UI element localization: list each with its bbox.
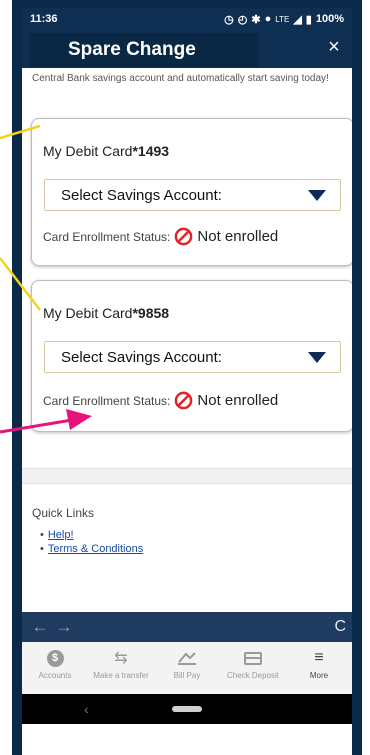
terms-link[interactable]: Terms & Conditions [48,543,143,555]
debit-card-panel: My Debit Card*9858 Select Savings Accoun… [31,280,352,432]
phone-screen: 11:36 ◷ ◴ ✱ ● LTE ◢ ▮ 100% Spare Change … [22,8,352,755]
app-header: Spare Change × [22,30,352,68]
status-label: Card Enrollment Status: [43,229,171,244]
status-time: 11:36 [30,13,58,25]
dropdown-caret-icon [308,351,326,363]
bluetooth-icon: ✱ [251,13,261,26]
refresh-icon[interactable]: C [334,618,346,636]
quick-links-list: Help! Terms & Conditions [32,528,342,556]
close-button[interactable]: × [322,35,346,59]
forward-arrow-icon[interactable]: → [52,617,76,637]
phone-bezel-right [352,0,362,755]
system-nav-bar: ‹ [22,694,352,724]
dropdown-caret-icon [308,189,326,201]
quick-links: Quick Links Help! Terms & Conditions [32,506,342,556]
tab-check-deposit[interactable]: Check Deposit [220,642,286,694]
tab-more[interactable]: ≡ More [286,642,352,694]
list-item: Help! [40,528,342,542]
hamburger-icon: ≡ [314,649,324,666]
savings-account-select[interactable]: Select Savings Account: [44,179,341,211]
card-title: My Debit Card*9858 [43,305,169,321]
status-bar: 11:36 ◷ ◴ ✱ ● LTE ◢ ▮ 100% [22,8,352,30]
status-icons: ◷ ◴ ✱ ● LTE ◢ ▮ 100% [224,13,344,26]
tab-label: Check Deposit [226,671,280,680]
battery-level: 100% [315,13,344,25]
intro-text: Central Bank savings account and automat… [32,73,329,84]
page-title: Spare Change [30,33,258,67]
clock-icon: ◴ [237,13,248,26]
transfer-arrows-icon: ⇆ [114,650,128,667]
enrollment-status: Card Enrollment Status: Not enrolled [43,391,278,410]
tab-label: Accounts [38,671,72,680]
card-prefix: My Debit Card [43,305,133,321]
back-arrow-icon[interactable]: ← [28,617,52,637]
debit-card-panel: My Debit Card*1493 Select Savings Accoun… [31,118,352,266]
not-enrolled-icon [175,391,193,410]
card-number: *1493 [132,143,170,159]
system-back-icon[interactable]: ‹ [84,701,89,717]
main-content: Central Bank savings account and automat… [22,68,352,608]
card-number: *9858 [132,305,170,321]
network-type: LTE [275,14,290,24]
section-divider [22,468,352,484]
quick-links-title: Quick Links [32,506,95,520]
status-value: Not enrolled [197,228,279,245]
card-title: My Debit Card*1493 [43,143,169,159]
tab-label: Make a transfer [93,671,149,680]
bottom-tab-bar: $ Accounts ⇆ Make a transfer Bill Pay Ch… [22,642,352,694]
tab-label: More [309,671,329,680]
phone-bezel-left [12,0,22,755]
status-value: Not enrolled [197,392,279,409]
phone-bezel-top [12,0,362,8]
tab-accounts[interactable]: $ Accounts [22,642,88,694]
data-saver-icon: ● [264,13,272,25]
check-deposit-icon [244,648,262,668]
tab-label: Bill Pay [173,671,201,680]
select-label: Select Savings Account: [61,348,222,366]
status-label: Card Enrollment Status: [43,393,171,408]
bill-pay-icon [177,648,197,668]
card-prefix: My Debit Card [43,143,133,159]
dollar-coin-icon: $ [46,648,64,668]
list-item: Terms & Conditions [40,542,342,556]
tab-make-a-transfer[interactable]: ⇆ Make a transfer [88,642,154,694]
alarm-icon: ◷ [224,13,234,26]
help-link[interactable]: Help! [48,529,74,541]
browser-nav-bar: ← → C [22,612,352,642]
not-enrolled-icon [175,227,193,246]
battery-icon: ▮ [305,13,312,26]
enrollment-status: Card Enrollment Status: Not enrolled [43,227,278,246]
select-label: Select Savings Account: [61,186,222,204]
phone-frame: 11:36 ◷ ◴ ✱ ● LTE ◢ ▮ 100% Spare Change … [0,0,370,755]
tab-bill-pay[interactable]: Bill Pay [154,642,220,694]
savings-account-select[interactable]: Select Savings Account: [44,341,341,373]
system-home-pill[interactable] [172,706,202,712]
signal-icon: ◢ [293,13,302,26]
